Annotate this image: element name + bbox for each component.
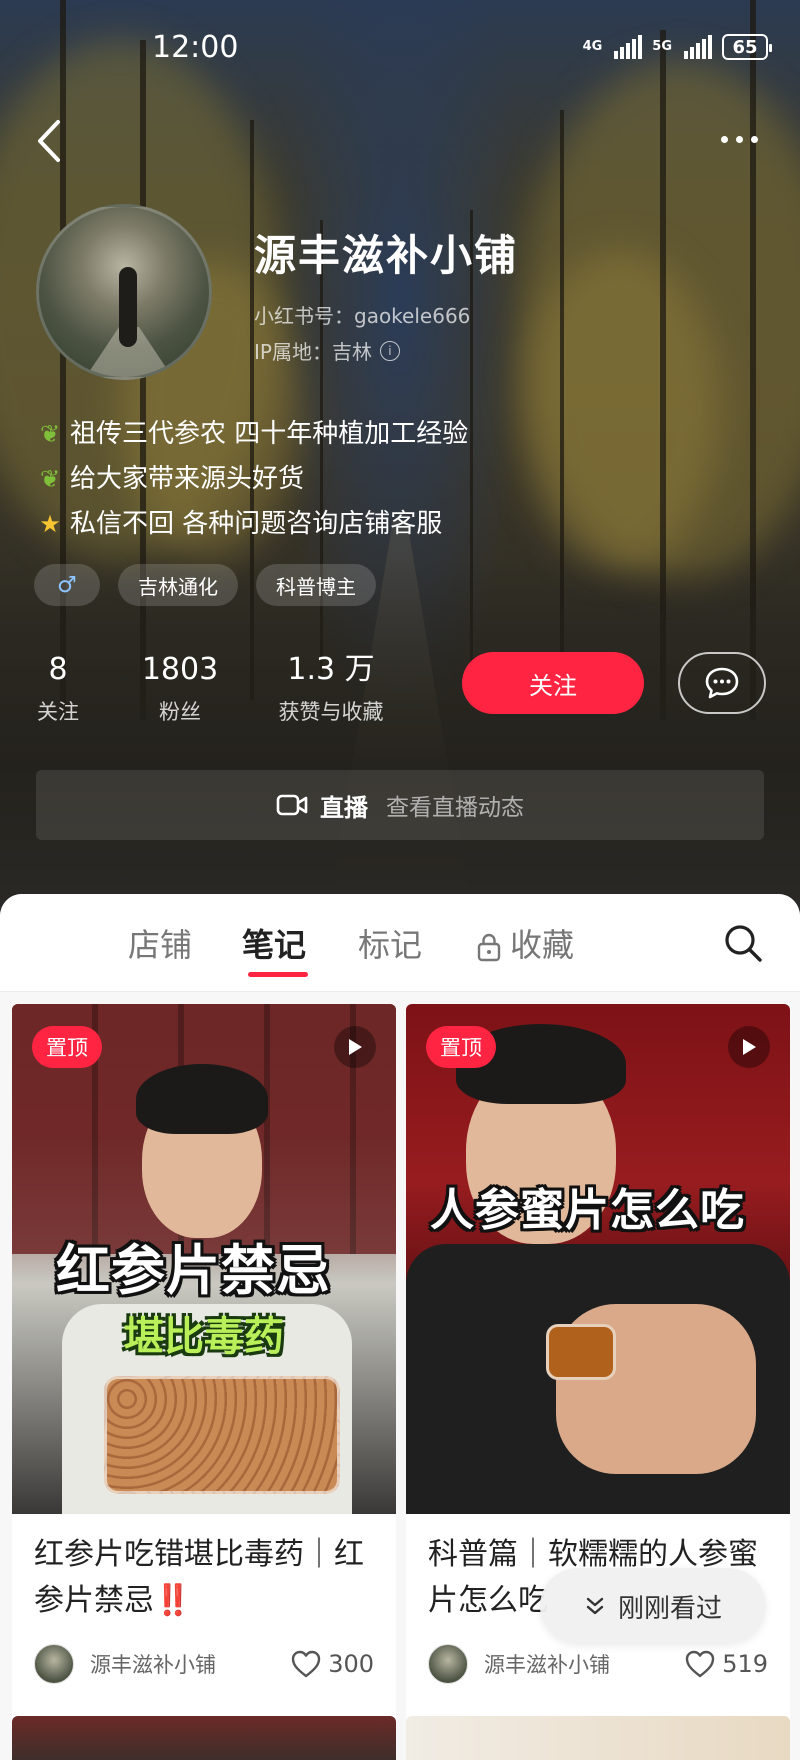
note-footer: 源丰滋补小铺 519	[428, 1644, 768, 1684]
search-button[interactable]	[722, 922, 764, 964]
live-entry[interactable]: 直播 查看直播动态	[36, 770, 764, 840]
note-title: 红参片吃错堪比毒药｜红参片禁忌‼️	[12, 1514, 396, 1626]
note-card-partial[interactable]	[12, 1716, 396, 1760]
lock-icon	[477, 933, 501, 962]
chevron-left-icon	[38, 120, 60, 162]
recently-viewed-label: 刚刚看过	[617, 1593, 722, 1624]
bio-line: ★ 私信不回 各种问题咨询店铺客服	[34, 502, 468, 547]
video-camera-icon	[276, 794, 308, 816]
live-label: 直播	[320, 793, 368, 822]
tab-collections-label: 收藏	[510, 926, 575, 964]
note-card[interactable]: 人参蜜片怎么吃 置顶 科普篇｜软糯糯的人参蜜片怎么吃 源丰滋补小铺 519	[406, 1004, 790, 1760]
leaf-icon: ❦	[39, 420, 61, 448]
network-5g-label: 5G	[652, 39, 672, 54]
status-time: 12:00	[152, 30, 239, 65]
star-icon: ★	[39, 510, 61, 538]
heart-icon	[685, 1650, 715, 1678]
back-button[interactable]	[30, 116, 70, 166]
ip-location: IP属地：吉林 i	[254, 336, 400, 365]
tab-marks[interactable]: 标记	[358, 920, 422, 966]
thumbnail-overlay-title: 人参蜜片怎么吃	[430, 1185, 745, 1236]
ginseng-tray-image	[104, 1376, 340, 1494]
tab-shop[interactable]: 店铺	[128, 920, 192, 966]
leaf-icon: ❦	[39, 465, 61, 493]
tag-location[interactable]: 吉林通化	[118, 564, 238, 606]
bio-text: 给大家带来源头好货	[70, 464, 305, 494]
active-tab-indicator	[248, 972, 308, 977]
double-exclamation-icon: ‼️	[154, 1583, 192, 1618]
following-count: 8	[48, 652, 68, 687]
status-icons: 4G 5G 65	[582, 34, 772, 60]
followers-count: 1803	[141, 652, 219, 687]
message-button[interactable]	[678, 652, 766, 714]
tab-collections[interactable]: 收藏	[476, 920, 574, 966]
network-4g-label: 4G	[582, 39, 603, 54]
thumbnail-overlay-title: 红参片禁忌	[56, 1239, 331, 1302]
gender-male-icon: ♂	[34, 564, 100, 606]
profile-bio: ❦ 祖传三代参农 四十年种植加工经验 ❦ 给大家带来源头好货 ★ 私信不回 各种…	[34, 412, 468, 547]
like-count: 300	[328, 1650, 374, 1678]
red-id[interactable]: 小红书号：gaokele666	[254, 300, 470, 329]
profile-tabs: 店铺 笔记 标记 收藏	[0, 894, 800, 992]
bio-text: 祖传三代参农 四十年种植加工经验	[70, 419, 469, 449]
more-dots-icon	[720, 135, 728, 143]
following-label: 关注	[37, 700, 79, 724]
bio-line: ❦ 给大家带来源头好货	[34, 457, 468, 502]
like-button[interactable]: 519	[684, 1649, 768, 1679]
live-subtitle: 查看直播动态	[386, 795, 524, 821]
author-avatar[interactable]	[34, 1644, 74, 1684]
profile-stats: 8 关注 1803 粉丝 1.3 万 获赞与收藏	[30, 652, 396, 726]
note-thumbnail: 红参片禁忌 堪比毒药 置顶	[12, 1004, 396, 1514]
tab-notes[interactable]: 笔记	[242, 920, 306, 966]
following-stat[interactable]: 8 关注	[30, 652, 86, 726]
signal-icon	[684, 35, 712, 59]
followers-stat[interactable]: 1803 粉丝	[134, 652, 226, 726]
video-play-icon	[334, 1026, 376, 1068]
more-options-button[interactable]	[714, 126, 764, 152]
video-play-icon	[728, 1026, 770, 1068]
signal-icon	[614, 35, 643, 59]
note-title-text: 红参片吃错堪比毒药｜红参片禁忌	[34, 1537, 364, 1618]
avatar[interactable]	[36, 204, 212, 380]
followers-label: 粉丝	[159, 700, 201, 724]
honey-slice-image	[546, 1324, 616, 1380]
profile-name: 源丰滋补小铺	[254, 231, 519, 280]
tag-category[interactable]: 科普博主	[256, 564, 376, 606]
author-name[interactable]: 源丰滋补小铺	[90, 1649, 290, 1679]
bio-text: 私信不回 各种问题咨询店铺客服	[70, 509, 443, 539]
pinned-badge: 置顶	[426, 1026, 496, 1068]
note-card-partial[interactable]	[406, 1716, 790, 1760]
thumbnail-overlay-subtitle: 堪比毒药	[124, 1314, 284, 1360]
battery-icon: 65	[722, 34, 772, 60]
note-thumbnail: 人参蜜片怎么吃 置顶	[406, 1004, 790, 1514]
note-card[interactable]: 红参片禁忌 堪比毒药 置顶 红参片吃错堪比毒药｜红参片禁忌‼️ 源丰滋补小铺 3…	[12, 1004, 396, 1760]
follow-button[interactable]: 关注	[462, 652, 644, 714]
ip-location-text: IP属地：吉林	[254, 340, 372, 364]
author-avatar[interactable]	[428, 1644, 468, 1684]
like-count: 519	[722, 1650, 768, 1678]
recently-viewed-button[interactable]: 刚刚看过	[540, 1568, 766, 1644]
double-chevron-down-icon	[586, 1597, 604, 1615]
chat-bubble-icon	[705, 667, 739, 699]
likes-collects-label: 获赞与收藏	[278, 700, 384, 724]
likes-collects-stat[interactable]: 1.3 万 获赞与收藏	[266, 652, 396, 726]
likes-collects-count: 1.3 万	[287, 652, 375, 687]
like-button[interactable]: 300	[290, 1649, 374, 1679]
info-icon[interactable]: i	[379, 340, 400, 361]
note-footer: 源丰滋补小铺 300	[34, 1644, 374, 1684]
author-name[interactable]: 源丰滋补小铺	[484, 1649, 684, 1679]
bio-line: ❦ 祖传三代参农 四十年种植加工经验	[34, 412, 468, 457]
heart-icon	[291, 1650, 321, 1678]
pinned-badge: 置顶	[32, 1026, 102, 1068]
search-icon	[725, 925, 762, 962]
profile-tags: ♂ 吉林通化 科普博主	[34, 564, 376, 606]
